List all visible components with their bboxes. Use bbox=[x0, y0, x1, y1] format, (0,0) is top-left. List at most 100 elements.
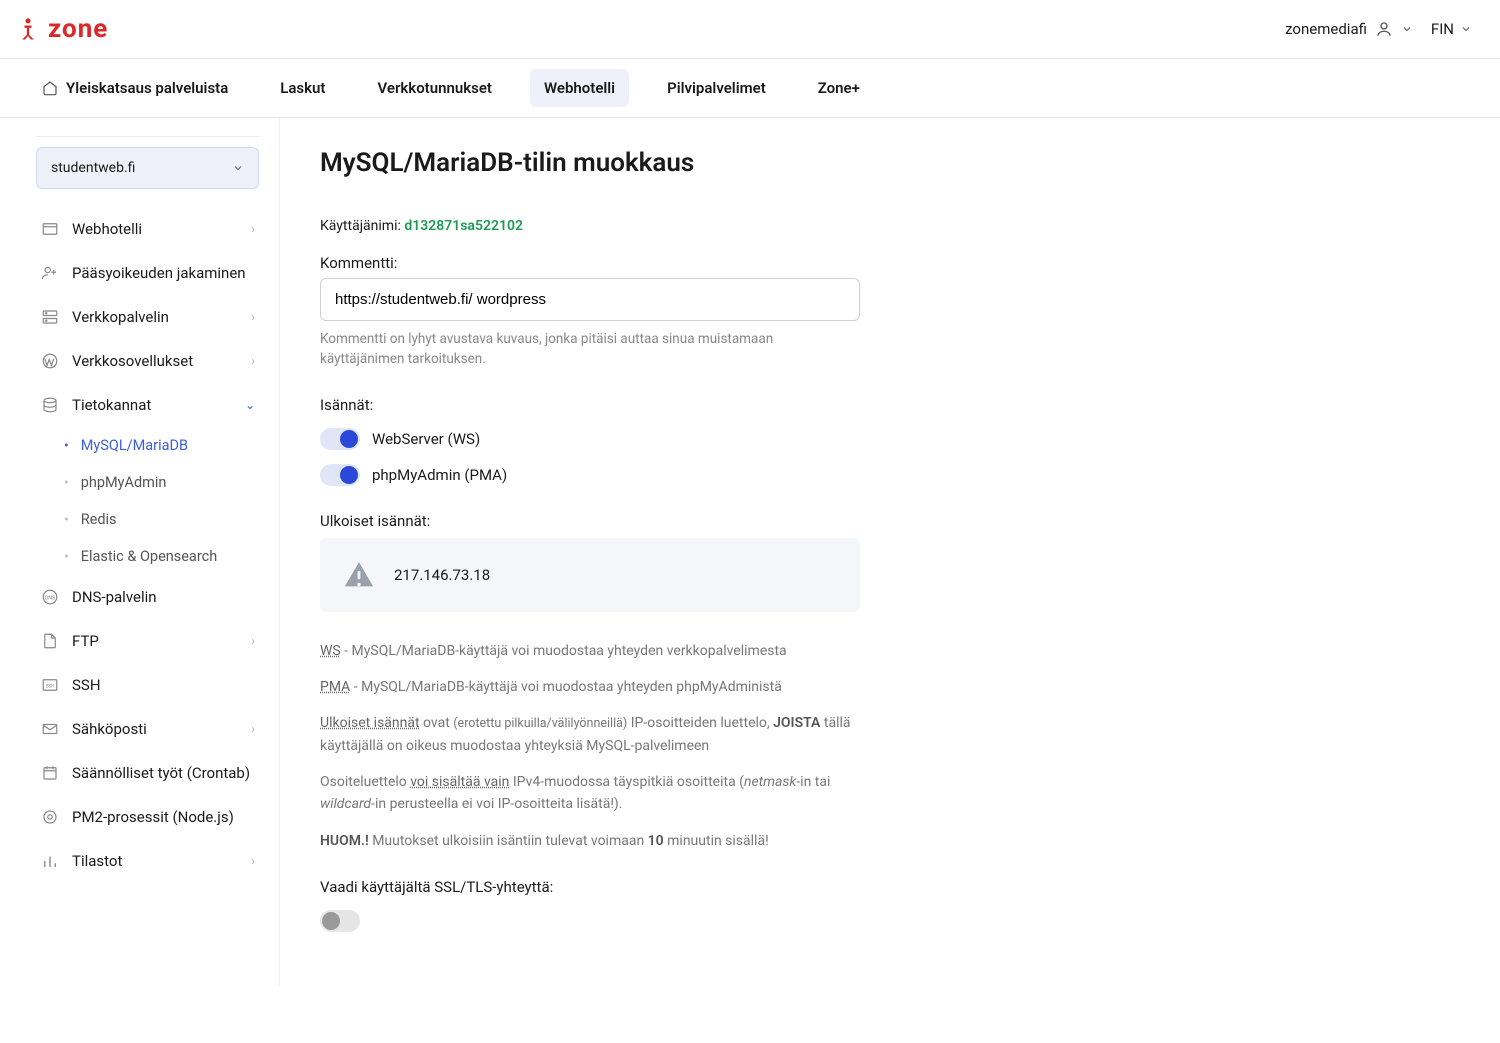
bars-icon bbox=[40, 851, 60, 871]
nav-label: Laskut bbox=[280, 79, 325, 97]
sidebar-sub-label: MySQL/MariaDB bbox=[81, 437, 188, 454]
terminal-icon: SSH bbox=[40, 675, 60, 695]
logo[interactable]: zone bbox=[14, 14, 108, 44]
pma-text: - MySQL/MariaDB-käyttäjä voi muodostaa y… bbox=[350, 679, 782, 695]
chevron-down-icon bbox=[1401, 23, 1413, 35]
sidebar-item-access[interactable]: Pääsyoikeuden jakaminen bbox=[36, 251, 259, 295]
comment-input[interactable] bbox=[320, 278, 860, 321]
addr-underline: voi sisältää vain bbox=[410, 774, 509, 790]
database-icon bbox=[40, 395, 60, 415]
username-display: zonemediafi bbox=[1285, 20, 1367, 38]
ext-t2: IP-osoitteiden luettelo, bbox=[627, 715, 773, 731]
sidebar-item-label: Säännölliset työt (Crontab) bbox=[72, 764, 250, 782]
info-block: WS - MySQL/MariaDB-käyttäjä voi muodosta… bbox=[320, 640, 880, 853]
pm2-icon bbox=[40, 807, 60, 827]
sidebar-item-apps[interactable]: Verkkosovellukset › bbox=[36, 339, 259, 383]
sidebar-item-label: SSH bbox=[72, 676, 101, 694]
ext-paren: (erotettu pilkuilla/välilyönneillä) bbox=[453, 716, 627, 731]
sidebar-item-label: Sähköposti bbox=[72, 720, 147, 738]
toggle-ssl[interactable] bbox=[320, 910, 360, 932]
sidebar-sub-label: phpMyAdmin bbox=[81, 474, 167, 491]
sidebar-sub-elastic[interactable]: Elastic & Opensearch bbox=[60, 538, 259, 575]
chevron-right-icon: › bbox=[251, 222, 255, 236]
window-icon bbox=[40, 219, 60, 239]
sidebar-item-label: FTP bbox=[72, 632, 99, 650]
username-value: d132871sa522102 bbox=[404, 218, 523, 234]
sidebar-sub-phpmyadmin[interactable]: phpMyAdmin bbox=[60, 464, 259, 501]
username-label: Käyttäjänimi: bbox=[320, 218, 401, 234]
nav-label: Pilvipalvelimet bbox=[667, 79, 766, 97]
note-b1: HUOM.! bbox=[320, 833, 369, 849]
nav-label: Zone+ bbox=[818, 79, 860, 97]
chevron-down-icon bbox=[1460, 23, 1472, 35]
chevron-right-icon: › bbox=[251, 854, 255, 868]
comment-label: Kommentti: bbox=[320, 254, 1180, 272]
calendar-icon bbox=[40, 763, 60, 783]
sidebar-sub-redis[interactable]: Redis bbox=[60, 501, 259, 538]
sidebar-item-crontab[interactable]: Säännölliset työt (Crontab) bbox=[36, 751, 259, 795]
user-menu[interactable]: zonemediafi bbox=[1285, 20, 1413, 38]
domain-selector[interactable]: studentweb.fi bbox=[36, 147, 259, 189]
sidebar-sub-mysql[interactable]: MySQL/MariaDB bbox=[60, 427, 259, 464]
nav-webhosting[interactable]: Webhotelli bbox=[530, 69, 629, 107]
file-icon bbox=[40, 631, 60, 651]
sidebar-item-ftp[interactable]: FTP › bbox=[36, 619, 259, 663]
mail-icon bbox=[40, 719, 60, 739]
note-t1: Muutokset ulkoisiin isäntiin tulevat voi… bbox=[369, 833, 648, 849]
sidebar-item-server[interactable]: Verkkopalvelin › bbox=[36, 295, 259, 339]
toggle-phpmyadmin-label: phpMyAdmin (PMA) bbox=[372, 466, 507, 484]
sidebar-item-webhosting[interactable]: Webhotelli › bbox=[36, 207, 259, 251]
nav-overview[interactable]: Yleiskatsaus palveluista bbox=[28, 59, 242, 117]
username-row: Käyttäjänimi: d132871sa522102 bbox=[320, 218, 1180, 234]
nav-zoneplus[interactable]: Zone+ bbox=[804, 59, 874, 117]
language-menu[interactable]: FIN bbox=[1431, 20, 1472, 38]
nav-label: Yleiskatsaus palveluista bbox=[66, 79, 228, 97]
sidebar-item-databases[interactable]: Tietokannat ⌄ bbox=[36, 383, 259, 427]
toggle-webserver[interactable] bbox=[320, 428, 360, 450]
sidebar-sub-label: Elastic & Opensearch bbox=[81, 548, 217, 565]
nav-invoices[interactable]: Laskut bbox=[266, 59, 339, 117]
sidebar-item-stats[interactable]: Tilastot › bbox=[36, 839, 259, 883]
ext-t1: ovat bbox=[420, 715, 454, 731]
chevron-right-icon: › bbox=[251, 722, 255, 736]
addr-em2: wildcard bbox=[320, 796, 371, 812]
chevron-down-icon: ⌄ bbox=[245, 398, 255, 412]
sidebar-item-label: Verkkopalvelin bbox=[72, 308, 169, 326]
warning-icon bbox=[342, 558, 376, 592]
ws-abbr: WS bbox=[320, 643, 341, 659]
chevron-right-icon: › bbox=[251, 634, 255, 648]
wordpress-icon bbox=[40, 351, 60, 371]
domain-name: studentweb.fi bbox=[51, 160, 135, 176]
ext-abbr: Ulkoiset isännät bbox=[320, 715, 420, 731]
external-hosts-alert: 217.146.73.18 bbox=[320, 538, 860, 612]
sidebar-item-label: Webhotelli bbox=[72, 220, 142, 238]
sidebar-item-ssh[interactable]: SSH SSH bbox=[36, 663, 259, 707]
toggle-phpmyadmin[interactable] bbox=[320, 464, 360, 486]
ws-text: - MySQL/MariaDB-käyttäjä voi muodostaa y… bbox=[341, 643, 787, 659]
note-t2: minuutin sisällä! bbox=[664, 833, 769, 849]
svg-text:DNS: DNS bbox=[45, 595, 55, 601]
logo-text: zone bbox=[48, 14, 108, 44]
sidebar-item-email[interactable]: Sähköposti › bbox=[36, 707, 259, 751]
svg-text:SSH: SSH bbox=[46, 683, 55, 689]
nav-domains[interactable]: Verkkotunnukset bbox=[363, 59, 506, 117]
sidebar-item-label: DNS-palvelin bbox=[72, 588, 157, 606]
addr-t2: IPv4-muodossa täyspitkiä osoitteita ( bbox=[509, 774, 744, 790]
home-icon bbox=[42, 80, 58, 96]
sidebar-item-label: Tietokannat bbox=[72, 396, 151, 414]
user-icon bbox=[1375, 20, 1393, 38]
chevron-right-icon: › bbox=[251, 354, 255, 368]
nav-label: Webhotelli bbox=[544, 79, 615, 97]
sidebar-item-label: Pääsyoikeuden jakaminen bbox=[72, 264, 246, 282]
ext-bold: JOISTA bbox=[773, 715, 820, 731]
addr-t1: Osoiteluettelo bbox=[320, 774, 410, 790]
external-hosts-label: Ulkoiset isännät: bbox=[320, 512, 1180, 530]
sidebar-item-pm2[interactable]: PM2-prosessit (Node.js) bbox=[36, 795, 259, 839]
nav-cloud[interactable]: Pilvipalvelimet bbox=[653, 59, 780, 117]
sidebar-item-dns[interactable]: DNS DNS-palvelin bbox=[36, 575, 259, 619]
dns-icon: DNS bbox=[40, 587, 60, 607]
sidebar-item-label: Tilastot bbox=[72, 852, 122, 870]
chevron-right-icon: › bbox=[251, 310, 255, 324]
pma-abbr: PMA bbox=[320, 679, 350, 695]
addr-t3: -in tai bbox=[796, 774, 830, 790]
